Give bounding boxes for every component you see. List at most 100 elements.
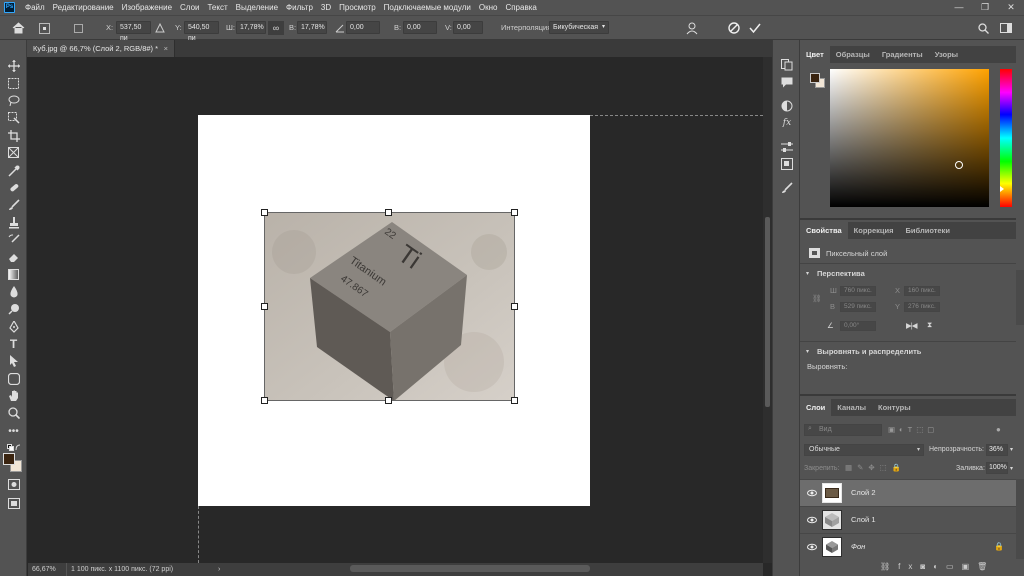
layer-row-background[interactable]: Фон 🔒 (800, 533, 1016, 560)
tab-color[interactable]: Цвет (800, 46, 830, 63)
cancel-transform-icon[interactable] (726, 20, 742, 36)
hue-slider[interactable] (1000, 69, 1012, 207)
fill-chevron-icon[interactable]: ▾ (1010, 464, 1013, 474)
transform-handle-top-right[interactable] (511, 209, 518, 216)
properties-panel-icon[interactable] (778, 139, 796, 155)
layer-name[interactable]: Фон (851, 542, 865, 551)
flip-horizontal-icon[interactable]: ▶|◀ (906, 321, 918, 331)
adjustments-panel-icon[interactable] (778, 98, 796, 114)
angle-field[interactable]: 0,00 (346, 21, 380, 34)
workspace-icon[interactable] (998, 20, 1014, 36)
perspective-chevron-icon[interactable]: ▾ (806, 269, 809, 279)
close-tab-icon[interactable]: × (164, 40, 168, 57)
menu-window[interactable]: Окно (475, 0, 502, 15)
color-panel-foreground-swatch[interactable] (810, 73, 820, 83)
tab-patterns[interactable]: Узоры (929, 46, 964, 63)
puppet-warp-icon[interactable] (684, 20, 700, 36)
move-tool-icon[interactable] (4, 58, 23, 73)
gradient-tool-icon[interactable] (4, 267, 23, 282)
y-field[interactable]: 540,50 пи (184, 21, 219, 42)
v-skew-field[interactable]: 0,00 (453, 21, 483, 34)
transform-handle-bottom[interactable] (385, 397, 392, 404)
transform-handle-top[interactable] (385, 209, 392, 216)
prop-x-field[interactable]: 160 пикс. (904, 286, 940, 296)
frame-tool-icon[interactable] (4, 145, 23, 160)
menu-view[interactable]: Просмотр (335, 0, 380, 15)
pen-tool-icon[interactable] (4, 319, 23, 334)
color-field[interactable] (830, 69, 989, 207)
tab-properties[interactable]: Свойства (800, 222, 848, 239)
comments-panel-icon[interactable] (778, 74, 796, 90)
horizontal-scroll-thumb[interactable] (350, 565, 590, 572)
menu-filter[interactable]: Фильтр (282, 0, 317, 15)
menu-edit[interactable]: Редактирование (49, 0, 118, 15)
marquee-tool-icon[interactable] (4, 76, 23, 91)
menu-type[interactable]: Текст (203, 0, 231, 15)
history-panel-icon[interactable] (778, 57, 796, 73)
tab-adjustments[interactable]: Коррекция (848, 222, 900, 239)
properties-scroll-thumb[interactable] (1016, 270, 1024, 325)
prop-y-field[interactable]: 276 пикс. (904, 302, 940, 312)
vertical-scroll-thumb[interactable] (765, 217, 770, 407)
navigator-panel-icon[interactable] (778, 156, 796, 172)
layer-row-2[interactable]: Слой 2 (800, 479, 1016, 506)
search-icon[interactable] (975, 20, 991, 36)
x-field[interactable]: 537,50 пи (116, 21, 151, 42)
shape-tool-icon[interactable] (4, 371, 23, 386)
layer-name[interactable]: Слой 1 (851, 515, 876, 524)
minimize-button[interactable]: — (946, 2, 972, 13)
path-selection-tool-icon[interactable] (4, 353, 23, 368)
tab-gradients[interactable]: Градиенты (876, 46, 929, 63)
menu-image[interactable]: Изображение (118, 0, 176, 15)
transform-handle-bottom-left[interactable] (261, 397, 268, 404)
align-section-title[interactable]: Выровнять и распределить (817, 347, 921, 357)
transform-handle-bottom-right[interactable] (511, 397, 518, 404)
filter-toggle-icon[interactable]: ● (996, 425, 1001, 435)
layers-scroll-thumb[interactable] (1016, 479, 1024, 559)
menu-help[interactable]: Справка (501, 0, 540, 15)
clone-stamp-tool-icon[interactable] (4, 215, 23, 230)
reference-checkbox-icon[interactable] (70, 20, 86, 36)
zoom-tool-icon[interactable] (4, 405, 23, 420)
blend-mode-select[interactable]: Обычные ▾ (804, 444, 924, 456)
fill-field[interactable]: 100% (986, 462, 1008, 474)
status-arrow-icon[interactable]: › (218, 563, 220, 576)
transform-handle-right[interactable] (511, 303, 518, 310)
menu-layers[interactable]: Слои (176, 0, 203, 15)
prop-angle-field[interactable]: 0,00° (840, 321, 876, 331)
layer-row-1[interactable]: Слой 1 (800, 506, 1016, 533)
menu-plugins[interactable]: Подключаемые модули (380, 0, 475, 15)
brush-tool-icon[interactable] (4, 197, 23, 212)
maximize-button[interactable]: ❐ (972, 2, 998, 13)
object-selection-tool-icon[interactable] (4, 110, 23, 125)
quick-mask-icon[interactable] (4, 477, 23, 492)
screen-mode-icon[interactable] (4, 496, 23, 511)
layer-filter-input[interactable]: ⌕ Вид (804, 424, 882, 436)
visibility-eye-icon[interactable] (807, 542, 817, 552)
tab-paths[interactable]: Контуры (872, 399, 917, 416)
tab-libraries[interactable]: Библиотеки (900, 222, 956, 239)
height-field[interactable]: 17,78% (297, 21, 327, 34)
commit-transform-icon[interactable] (747, 20, 763, 36)
opacity-chevron-icon[interactable]: ▾ (1010, 445, 1013, 455)
layer-name[interactable]: Слой 2 (851, 488, 876, 497)
flip-vertical-icon[interactable]: ⧗ (927, 320, 932, 330)
crop-tool-icon[interactable] (4, 128, 23, 143)
tab-layers[interactable]: Слои (800, 399, 832, 416)
zoom-level[interactable]: 66,67% (32, 563, 62, 576)
transform-handle-left[interactable] (261, 303, 268, 310)
width-field[interactable]: 17,78% (236, 21, 266, 34)
styles-fx-icon[interactable]: fx (778, 115, 796, 131)
menu-select[interactable]: Выделение (232, 0, 282, 15)
home-icon[interactable] (10, 20, 26, 36)
prop-width-field[interactable]: 760 пикс. (840, 286, 876, 296)
menu-file[interactable]: Файл (21, 0, 49, 15)
brushes-panel-icon[interactable] (778, 180, 796, 196)
transform-handle-top-left[interactable] (261, 209, 268, 216)
visibility-eye-icon[interactable] (807, 515, 817, 525)
interpolation-select[interactable]: Бикубическая ▾ (549, 21, 609, 34)
menu-3d[interactable]: 3D (317, 0, 335, 15)
layer-filter-icons[interactable]: ▣◐T⬚▢ (888, 425, 938, 435)
prop-link-icon[interactable]: ⛓ (812, 294, 822, 304)
healing-brush-tool-icon[interactable] (4, 180, 23, 195)
